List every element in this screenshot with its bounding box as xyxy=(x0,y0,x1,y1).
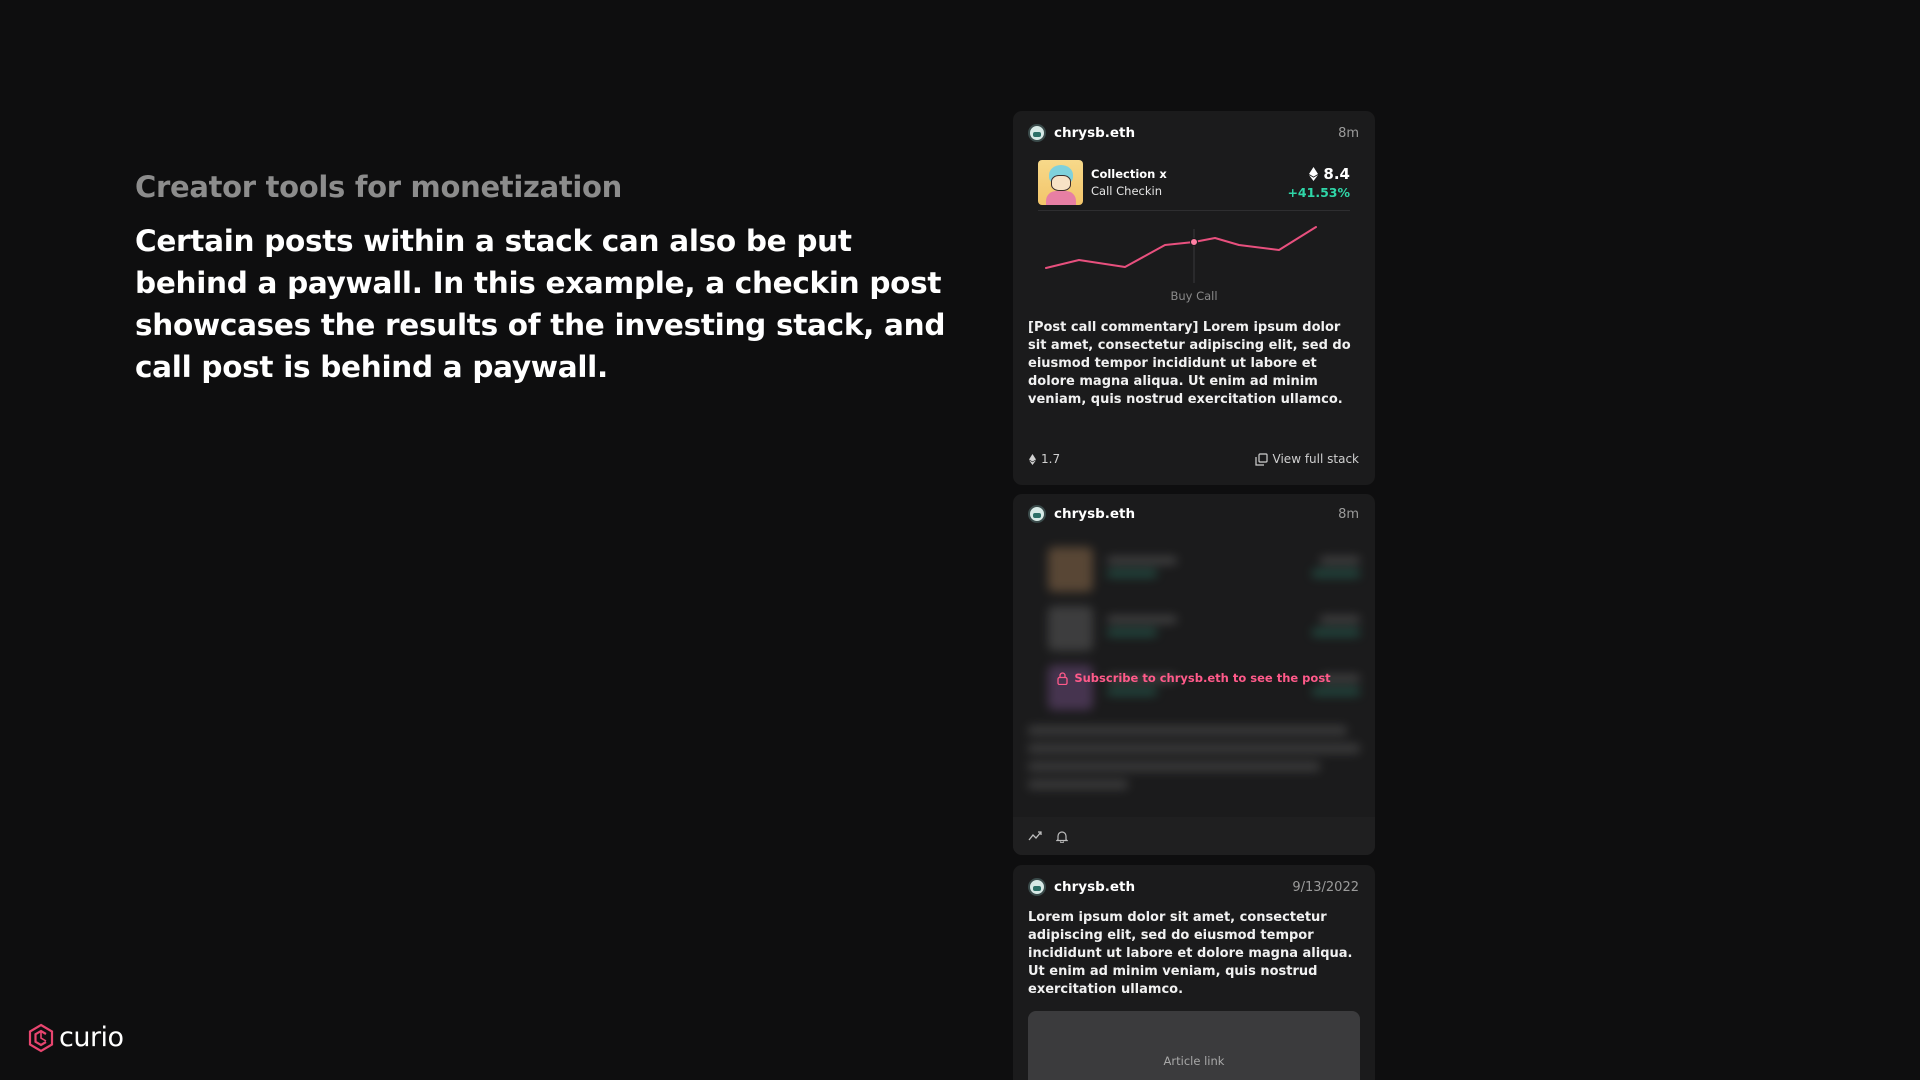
eth-icon xyxy=(1309,167,1319,181)
section-subtitle: Creator tools for monetization xyxy=(135,170,623,204)
lock-icon xyxy=(1057,671,1068,685)
collection-subtitle: Call Checkin xyxy=(1091,184,1162,198)
view-full-stack-link[interactable]: View full stack xyxy=(1254,452,1359,466)
price-value: 8.4 xyxy=(1323,165,1350,183)
article-post-card[interactable]: chrysb.eth 9/13/2022 Lorem ipsum dolor s… xyxy=(1013,865,1375,1080)
post-time: 8m xyxy=(1338,506,1359,522)
collection-name: Collection x xyxy=(1091,167,1167,181)
subscribe-message: Subscribe to chrysb.eth to see the post xyxy=(1074,671,1331,685)
post-footer: 1.7 View full stack xyxy=(1013,433,1375,485)
post-header: chrysb.eth 8m xyxy=(1013,494,1375,534)
price-change: +41.53% xyxy=(1287,185,1350,200)
stack-icon xyxy=(1254,452,1268,466)
buy-point[interactable] xyxy=(1190,238,1198,246)
locked-content: Subscribe to chrysb.eth to see the post xyxy=(1013,534,1375,820)
user-avatar[interactable] xyxy=(1028,878,1046,896)
post-text: Lorem ipsum dolor sit amet, consectetur … xyxy=(1028,910,1353,997)
collection-row[interactable]: Collection x Call Checkin 8.4 +41.53% xyxy=(1038,155,1350,211)
blurred-preview xyxy=(1013,534,1375,789)
post-text: [Post call commentary] Lorem ipsum dolor… xyxy=(1028,320,1351,407)
username[interactable]: chrysb.eth xyxy=(1054,125,1338,141)
section-body: Certain posts within a stack can also be… xyxy=(135,224,946,384)
price-chart: Buy Call xyxy=(1027,211,1361,313)
username[interactable]: chrysb.eth xyxy=(1054,506,1338,522)
eth-icon xyxy=(1029,453,1036,465)
user-avatar[interactable] xyxy=(1028,124,1046,142)
brand-name: curio xyxy=(59,1022,124,1053)
brand-logo: curio xyxy=(27,1022,124,1053)
view-full-stack-label: View full stack xyxy=(1272,452,1359,466)
nft-thumbnail xyxy=(1038,160,1083,205)
tip-button[interactable]: 1.7 xyxy=(1029,452,1060,466)
price-line xyxy=(1045,226,1317,269)
paywalled-post-card[interactable]: chrysb.eth 8m Subscribe to chrysb.eth to… xyxy=(1013,494,1375,855)
trend-icon[interactable] xyxy=(1028,830,1042,842)
bell-icon[interactable] xyxy=(1056,830,1068,843)
post-header: chrysb.eth 8m xyxy=(1013,111,1375,155)
post-time: 8m xyxy=(1338,125,1359,141)
curio-logo-icon xyxy=(28,1023,54,1052)
subscribe-prompt[interactable]: Subscribe to chrysb.eth to see the post xyxy=(1013,671,1375,685)
intro-copy: Creator tools for monetization Certain p… xyxy=(135,170,965,388)
post-header: chrysb.eth 9/13/2022 xyxy=(1013,865,1375,909)
username[interactable]: chrysb.eth xyxy=(1054,879,1292,895)
tip-amount: 1.7 xyxy=(1041,452,1061,466)
user-avatar[interactable] xyxy=(1028,505,1046,523)
article-link[interactable]: Article link xyxy=(1028,1011,1360,1080)
post-time: 9/13/2022 xyxy=(1292,879,1359,895)
post-feed: chrysb.eth 8m Collection x Call Checkin xyxy=(1013,111,1375,1080)
checkin-post-card[interactable]: chrysb.eth 8m Collection x Call Checkin xyxy=(1013,111,1375,485)
chart-label: Buy Call xyxy=(1170,289,1218,303)
post-actions xyxy=(1013,817,1375,855)
